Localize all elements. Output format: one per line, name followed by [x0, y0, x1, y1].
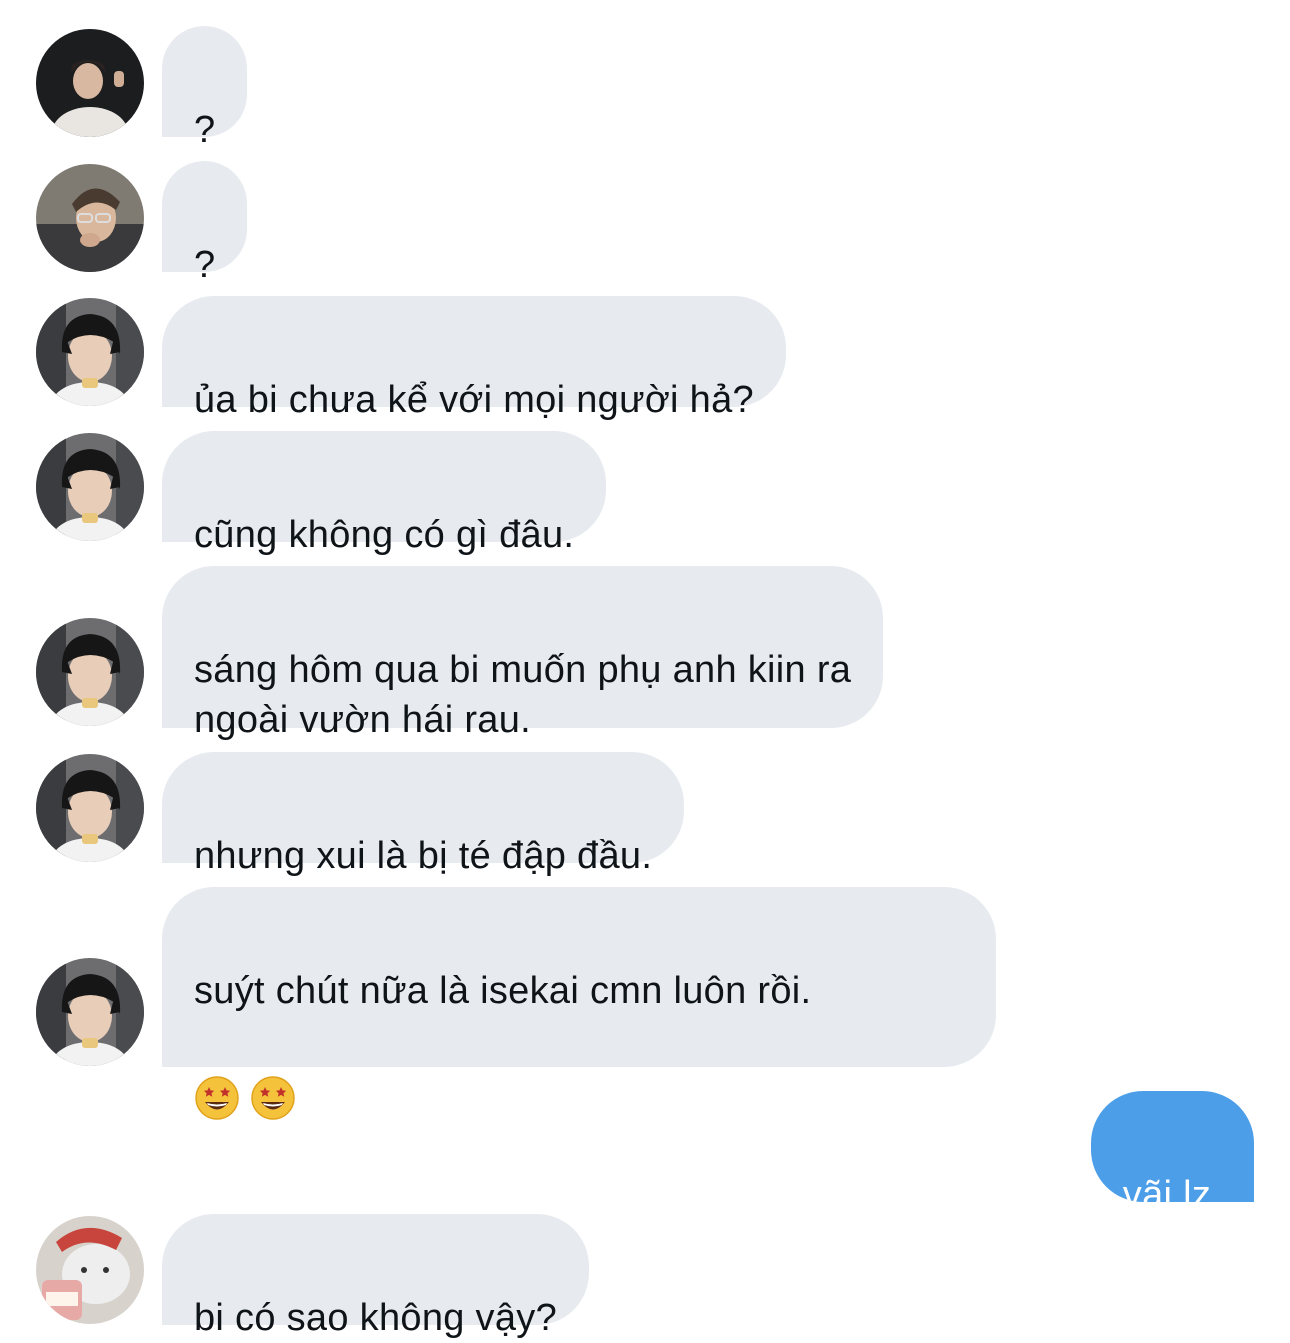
message-text: cũng không có gì đâu. [194, 514, 575, 556]
avatar[interactable] [36, 618, 144, 726]
star-struck-emoji-icon [194, 1075, 240, 1121]
message-bubble: ? [162, 26, 248, 151]
message-text: vãi lz. [1122, 1174, 1222, 1216]
emoji-row [194, 1070, 964, 1126]
avatar[interactable] [36, 29, 144, 137]
message-text: bi có sao không vậy? [194, 1297, 558, 1339]
message-text: suýt chút nữa là isekai cmn luôn rồi. [194, 970, 812, 1012]
message-bubble: ? [162, 161, 248, 286]
message-text: sáng hôm qua bi muốn phụ anh kiin ra ngo… [194, 649, 852, 741]
star-struck-emoji-icon [250, 1075, 296, 1121]
avatar[interactable] [36, 1216, 144, 1324]
message-bubble: cũng không có gì đâu. [162, 431, 607, 556]
message-bubble: suýt chút nữa là isekai cmn luôn rồi. [162, 887, 996, 1067]
avatar[interactable] [36, 298, 144, 406]
message-text: ủa bi chưa kể với mọi người hả? [194, 379, 754, 421]
message-bubble: bi có sao không vậy? [162, 1214, 590, 1339]
message-bubble: nhưng xui là bị té đập đầu. [162, 752, 685, 877]
message-bubble: sáng hôm qua bi muốn phụ anh kiin ra ngo… [162, 566, 884, 741]
avatar[interactable] [36, 433, 144, 541]
avatar[interactable] [36, 754, 144, 862]
message-text: ? [194, 244, 216, 286]
message-text: nhưng xui là bị té đập đầu. [194, 835, 653, 877]
message-bubble: ủa bi chưa kể với mọi người hả? [162, 296, 786, 421]
outgoing-message-bubble: vãi lz. [1090, 1091, 1254, 1216]
avatar[interactable] [36, 164, 144, 272]
message-text: ? [194, 109, 216, 151]
avatar[interactable] [36, 958, 144, 1066]
